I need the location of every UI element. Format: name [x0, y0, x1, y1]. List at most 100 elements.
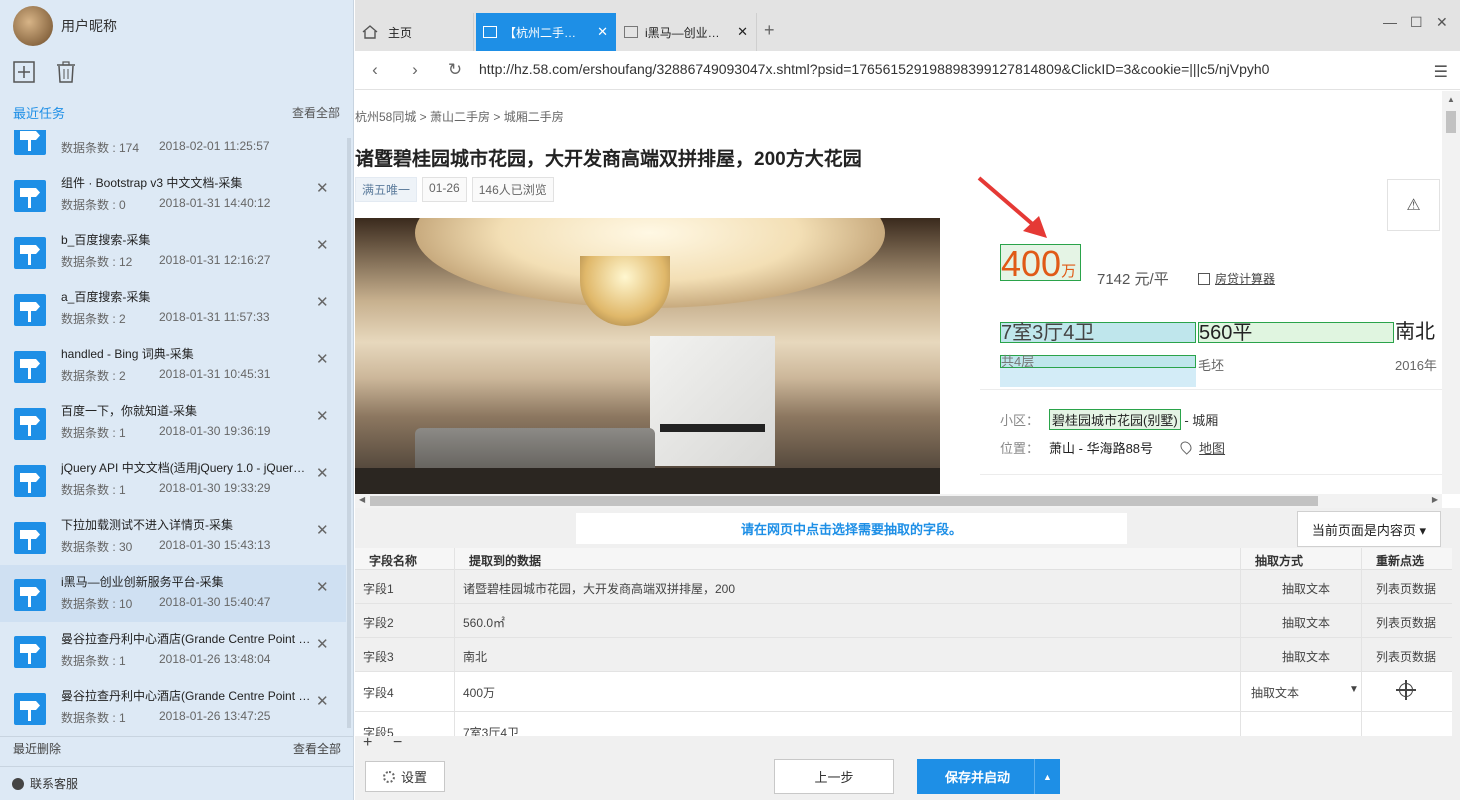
task-item[interactable]: b_百度搜索-采集 数据条数 : 12 2018-01-31 12:16:27 ✕ [0, 223, 346, 280]
home-icon [362, 25, 378, 39]
table-row[interactable]: 字段4 400万 抽取文本 ▼ [355, 672, 1452, 712]
back-icon[interactable]: ‹ [355, 60, 395, 80]
tab-iheima[interactable]: i黑马—创业创新 ✕ [617, 13, 757, 51]
field-name[interactable]: 字段1 [363, 580, 394, 597]
community-link[interactable]: 碧桂园城市花园(别墅) [1049, 409, 1181, 430]
close-icon[interactable]: ✕ [737, 24, 748, 40]
scroll-up-icon[interactable]: ▲ [1447, 95, 1455, 104]
signpost-icon [14, 465, 46, 497]
task-item[interactable]: jQuery API 中文文档(适用jQuery 1.0 - jQuery 3.… [0, 451, 346, 508]
task-item[interactable]: a_百度搜索-采集 数据条数 : 2 2018-01-31 11:57:33 ✕ [0, 280, 346, 337]
add-field-icon[interactable]: + [363, 734, 372, 752]
close-icon[interactable]: ✕ [316, 350, 329, 368]
tab-home[interactable]: 主页 [355, 13, 474, 51]
page-vertical-scrollbar[interactable]: ▲ [1442, 91, 1460, 494]
field-name[interactable]: 字段2 [363, 614, 394, 631]
window-close-icon[interactable]: ✕ [1436, 14, 1448, 31]
chevron-down-icon[interactable]: ▼ [1349, 684, 1359, 695]
sidebar-scrollbar[interactable] [347, 138, 351, 728]
extract-method[interactable]: 抽取文本 [1282, 614, 1330, 631]
task-item[interactable]: 曼谷拉查丹利中心酒店(Grande Centre Point Hotel) 数据条… [0, 679, 346, 735]
scroll-right-icon[interactable]: ▶ [1432, 495, 1438, 504]
reselect-link[interactable]: 列表页数据 [1376, 648, 1436, 665]
task-item[interactable]: 组件 · Bootstrap v3 中文文档-采集 数据条数 : 0 2018-01… [0, 166, 346, 223]
view-all-tasks-link[interactable]: 查看全部 [292, 104, 340, 121]
refresh-icon[interactable]: ↻ [435, 60, 475, 80]
new-task-icon[interactable] [13, 61, 35, 83]
listing-photo[interactable] [355, 218, 940, 494]
close-icon[interactable]: ✕ [316, 293, 329, 311]
task-item[interactable]: i黑马—创业创新服务平台-采集 数据条数 : 10 2018-01-30 15:40… [0, 565, 346, 622]
close-icon[interactable]: ✕ [316, 236, 329, 254]
field-name[interactable]: 字段3 [363, 648, 394, 665]
task-item[interactable]: 下拉加载测试不进入详情页-采集 数据条数 : 30 2018-01-30 15:43… [0, 508, 346, 565]
close-icon[interactable]: ✕ [597, 24, 608, 40]
contact-support[interactable]: 联系客服 [0, 766, 354, 800]
url-input[interactable]: http://hz.58.com/ershoufang/328867490930… [479, 61, 1391, 77]
save-and-start-button[interactable]: 保存并启动 ▲ [917, 759, 1060, 794]
crosshair-icon[interactable] [1396, 680, 1416, 700]
field-name[interactable]: 字段4 [363, 684, 394, 701]
close-icon[interactable]: ✕ [316, 407, 329, 425]
area[interactable]: 560平 [1198, 322, 1394, 343]
close-icon[interactable]: ✕ [316, 521, 329, 539]
location-value[interactable]: 萧山 - 华海路88号 [1049, 441, 1153, 456]
unit-price[interactable]: 7142 元/平 [1097, 268, 1169, 289]
reselect-link[interactable]: 列表页数据 [1376, 580, 1436, 597]
maximize-icon[interactable]: ☐ [1410, 14, 1423, 31]
task-item[interactable]: handled - Bing 词典-采集 数据条数 : 2 2018-01-31 1… [0, 337, 346, 394]
breadcrumb[interactable]: 杭州58同城 > 萧山二手房 > 城厢二手房 [355, 108, 564, 125]
close-icon[interactable]: ✕ [316, 578, 329, 596]
listing-title[interactable]: 诸暨碧桂园城市花园，大开发商高端双拼排屋，200方大花园 [355, 144, 862, 171]
orientation[interactable]: 南北 [1395, 322, 1435, 342]
floors[interactable]: 共4层 [1000, 355, 1196, 368]
extract-method-select[interactable]: 抽取文本 [1251, 684, 1299, 701]
task-tools [0, 52, 353, 92]
task-item[interactable]: 百度一下，你就知道-采集 数据条数 : 1 2018-01-30 19:36:19 ✕ [0, 394, 346, 451]
chevron-up-icon[interactable]: ▲ [1034, 759, 1060, 794]
remove-field-icon[interactable]: − [393, 734, 402, 752]
page-icon [483, 26, 497, 38]
prev-step-button[interactable]: 上一步 [774, 759, 894, 794]
page-type-dropdown[interactable]: 当前页面是内容页 ▾ [1297, 511, 1441, 547]
mortgage-calculator-link[interactable]: 房贷计算器 [1198, 270, 1275, 287]
task-item[interactable]: 曼谷拉查丹利中心酒店(Grande Centre Point Hotel) 数据条… [0, 622, 346, 679]
tag[interactable]: 满五唯一 [355, 177, 418, 202]
close-icon[interactable]: ✕ [316, 179, 329, 197]
close-icon[interactable]: ✕ [316, 464, 329, 482]
tag[interactable]: 01-26 [422, 177, 467, 202]
table-row[interactable]: 字段3 南北 抽取文本 列表页数据 [355, 638, 1452, 672]
page-horizontal-scrollbar[interactable]: ◀ ▶ [355, 494, 1442, 508]
table-row[interactable]: 字段5 7室3厅4卫 [355, 712, 1452, 736]
scroll-thumb[interactable] [1446, 111, 1456, 133]
avatar[interactable] [13, 6, 53, 46]
tag[interactable]: 146人已浏览 [471, 177, 554, 202]
build-year[interactable]: 2016年 [1395, 355, 1437, 374]
forward-icon[interactable]: › [395, 60, 435, 80]
decoration[interactable]: 毛坯 [1198, 355, 1224, 374]
close-icon[interactable]: ✕ [316, 692, 329, 710]
location-label: 位置： [1000, 441, 1040, 456]
menu-icon[interactable]: ☰ [1434, 62, 1448, 82]
close-icon[interactable]: ✕ [316, 635, 329, 653]
user-name[interactable]: 用户昵称 [61, 16, 117, 36]
trash-icon[interactable] [55, 61, 77, 83]
table-row[interactable]: 字段1 诸暨碧桂园城市花园，大开发商高端双拼排屋，200 抽取文本 列表页数据 [355, 570, 1452, 604]
report-icon[interactable]: ⚠ [1387, 179, 1440, 231]
reselect-link[interactable]: 列表页数据 [1376, 614, 1436, 631]
price[interactable]: 400万 [1000, 244, 1081, 282]
new-tab-icon[interactable]: + [764, 20, 775, 41]
view-all-deleted-link[interactable]: 查看全部 [293, 740, 341, 757]
col-method: 抽取方式 [1255, 554, 1304, 568]
scroll-left-icon[interactable]: ◀ [359, 495, 365, 504]
scroll-thumb[interactable] [370, 496, 1318, 506]
task-item[interactable]: 数据条数 : 174 2018-02-01 11:25:57 [0, 130, 346, 166]
table-row[interactable]: 字段2 560.0㎡ 抽取文本 列表页数据 [355, 604, 1452, 638]
extract-method[interactable]: 抽取文本 [1282, 580, 1330, 597]
minimize-icon[interactable]: — [1383, 14, 1397, 30]
extract-method[interactable]: 抽取文本 [1282, 648, 1330, 665]
tab-listing[interactable]: 【杭州二手房信息 ✕ [476, 13, 616, 51]
map-link[interactable]: 地图 [1199, 441, 1225, 456]
rooms[interactable]: 7室3厅4卫 [1000, 322, 1196, 343]
settings-button[interactable]: 设置 [365, 761, 445, 792]
